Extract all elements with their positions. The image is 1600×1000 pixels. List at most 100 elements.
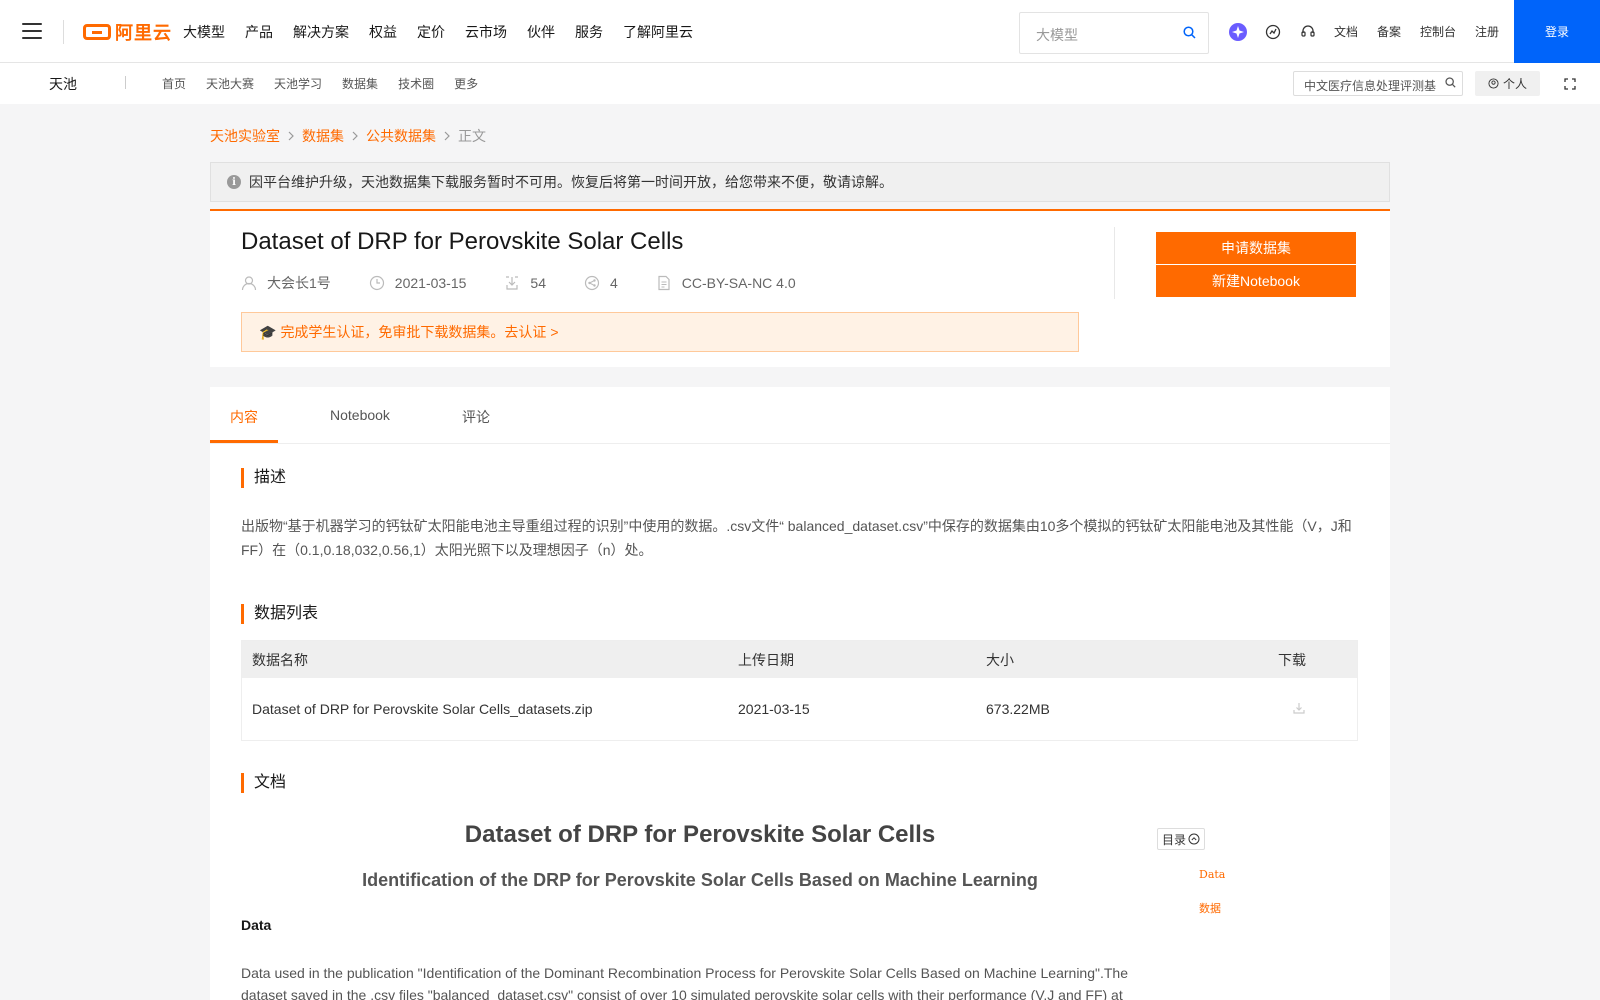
subnav-datasets[interactable]: 数据集 xyxy=(342,75,378,92)
chevron-up-circle-icon xyxy=(1188,833,1200,845)
apply-dataset-button[interactable]: 申请数据集 xyxy=(1156,232,1356,264)
aliyun-logo[interactable]: 阿里云 xyxy=(83,19,172,45)
breadcrumb-datasets[interactable]: 数据集 xyxy=(302,126,344,146)
logo-text: 阿里云 xyxy=(115,23,172,43)
breadcrumb: 天池实验室 数据集 公共数据集 正文 xyxy=(210,126,486,146)
doc-subtitle: Identification of the DRP for Perovskite… xyxy=(362,870,1038,890)
notice-text: 因平台维护升级，天池数据集下载服务暂时不可用。恢复后将第一时间开放，给您带来不便… xyxy=(249,174,893,190)
nav-item-services[interactable]: 服务 xyxy=(575,22,603,42)
tab-content[interactable]: 内容 xyxy=(230,407,258,427)
shares-count: 4 xyxy=(610,275,618,291)
search-icon[interactable] xyxy=(1183,26,1196,44)
doc-paragraph: Data used in the publication "Identifica… xyxy=(241,965,1128,1000)
divider xyxy=(63,20,64,44)
header-links: 文档 备案 控制台 注册 xyxy=(1334,0,1518,63)
download-icon[interactable] xyxy=(1292,701,1306,718)
meta-downloads: 54 xyxy=(504,275,546,291)
nav-item-partners[interactable]: 伙伴 xyxy=(527,22,555,42)
student-verification-banner[interactable]: 🎓 完成学生认证，免审批下载数据集。去认证 > xyxy=(241,312,1079,352)
graduation-cap-icon: 🎓 xyxy=(259,323,277,340)
file-size: 673.22MB xyxy=(986,701,1050,717)
header-icons xyxy=(1228,0,1333,63)
search-placeholder: 大模型 xyxy=(1036,27,1078,43)
top-navbar: 阿里云 大模型 产品 解决方案 权益 定价 云市场 伙伴 服务 了解阿里云 大模… xyxy=(0,0,1600,63)
subnav-tech-circle[interactable]: 技术圈 xyxy=(398,75,434,92)
download-icon xyxy=(506,276,519,290)
downloads-count: 54 xyxy=(530,275,546,291)
tab-comments[interactable]: 评论 xyxy=(462,407,490,427)
author-name[interactable]: 大会长1号 xyxy=(267,273,331,293)
new-notebook-button[interactable]: 新建Notebook xyxy=(1156,265,1356,297)
table-header: 数据名称 上传日期 大小 下载 xyxy=(242,641,1357,678)
subnav-learning[interactable]: 天池学习 xyxy=(274,75,322,92)
tab-notebook[interactable]: Notebook xyxy=(330,407,390,423)
subnav-home[interactable]: 首页 xyxy=(162,75,186,92)
nav-item-pricing[interactable]: 定价 xyxy=(417,22,445,42)
section-title-datalist: 数据列表 xyxy=(241,604,318,624)
logo-mark-icon xyxy=(83,24,111,40)
link-console[interactable]: 控制台 xyxy=(1420,23,1456,40)
search-icon[interactable] xyxy=(1443,77,1456,91)
toc-item-data[interactable]: Data xyxy=(1199,868,1225,881)
maintenance-notice: i 因平台维护升级，天池数据集下载服务暂时不可用。恢复后将第一时间开放，给您带来… xyxy=(210,162,1390,202)
fullscreen-icon[interactable] xyxy=(1564,77,1576,95)
student-verification-text[interactable]: 完成学生认证，免审批下载数据集。去认证 > xyxy=(280,322,558,342)
link-register[interactable]: 注册 xyxy=(1475,23,1499,40)
ai-assistant-icon[interactable] xyxy=(1228,22,1248,42)
description-text: 出版物“基于机器学习的钙钛矿太阳能电池主导重组过程的识别”中使用的数据。.csv… xyxy=(241,518,1352,558)
meta-author: 大会长1号 xyxy=(241,273,331,293)
file-date: 2021-03-15 xyxy=(738,701,810,717)
main-nav: 大模型 产品 解决方案 权益 定价 云市场 伙伴 服务 了解阿里云 xyxy=(183,0,713,63)
nav-item-solutions[interactable]: 解决方案 xyxy=(293,22,349,42)
nav-item-products[interactable]: 产品 xyxy=(245,22,273,42)
doc-heading: Data xyxy=(241,917,272,933)
tianchi-brand[interactable]: 天池 xyxy=(49,74,77,94)
tianchi-subnav: 天池 首页 天池大赛 天池学习 数据集 技术圈 更多 中文医疗信息处理评测基 个… xyxy=(0,63,1600,104)
chevron-right-icon xyxy=(352,131,358,141)
link-icp[interactable]: 备案 xyxy=(1377,23,1401,40)
section-title-description: 描述 xyxy=(241,468,286,488)
info-icon: i xyxy=(227,175,241,189)
col-header-download: 下载 xyxy=(1278,651,1306,668)
toc-item-shuju[interactable]: 数据 xyxy=(1199,900,1221,916)
customer-service-icon[interactable] xyxy=(1298,22,1318,42)
col-header-name: 数据名称 xyxy=(252,651,308,668)
breadcrumb-current: 正文 xyxy=(458,128,486,144)
share-icon xyxy=(584,275,600,291)
doc-title: Dataset of DRP for Perovskite Solar Cell… xyxy=(464,821,936,848)
meta-date: 2021-03-15 xyxy=(369,275,467,291)
nav-item-benefits[interactable]: 权益 xyxy=(369,22,397,42)
divider xyxy=(125,76,126,89)
clock-icon xyxy=(369,275,384,291)
global-search-input[interactable]: 大模型 xyxy=(1019,12,1209,54)
meta-license: CC-BY-SA-NC 4.0 xyxy=(656,275,796,291)
chevron-right-icon xyxy=(444,131,450,141)
subnav-competitions[interactable]: 天池大赛 xyxy=(206,75,254,92)
user-icon xyxy=(241,276,257,291)
user-circle-icon xyxy=(1488,78,1499,89)
dataset-title: Dataset of DRP for Perovskite Solar Cell… xyxy=(241,228,684,255)
personal-button[interactable]: 个人 xyxy=(1475,71,1540,96)
toc-toggle-button[interactable]: 目录 xyxy=(1157,828,1206,850)
nav-item-marketplace[interactable]: 云市场 xyxy=(465,22,507,42)
content-tabs: 内容 Notebook 评论 xyxy=(210,387,1390,444)
link-docs[interactable]: 文档 xyxy=(1334,23,1358,40)
explore-icon[interactable] xyxy=(1263,22,1283,42)
nav-item-about[interactable]: 了解阿里云 xyxy=(623,22,693,42)
subnav-search-input[interactable]: 中文医疗信息处理评测基 xyxy=(1293,71,1463,96)
hamburger-menu-icon[interactable] xyxy=(22,23,42,39)
dataset-header-card: Dataset of DRP for Perovskite Solar Cell… xyxy=(210,209,1390,367)
breadcrumb-lab[interactable]: 天池实验室 xyxy=(210,126,280,146)
date-value: 2021-03-15 xyxy=(394,275,467,291)
col-header-size: 大小 xyxy=(986,651,1014,668)
breadcrumb-public-datasets[interactable]: 公共数据集 xyxy=(366,126,436,146)
meta-shares: 4 xyxy=(584,275,618,291)
table-row: Dataset of DRP for Perovskite Solar Cell… xyxy=(242,678,1357,740)
personal-label: 个人 xyxy=(1502,77,1527,91)
subnav-more[interactable]: 更多 xyxy=(454,75,478,92)
subnav-links: 首页 天池大赛 天池学习 数据集 技术圈 更多 xyxy=(162,63,498,104)
login-button[interactable]: 登录 xyxy=(1514,0,1600,63)
nav-item-llm[interactable]: 大模型 xyxy=(183,22,225,42)
active-tab-indicator xyxy=(210,440,278,443)
divider xyxy=(1114,227,1115,299)
